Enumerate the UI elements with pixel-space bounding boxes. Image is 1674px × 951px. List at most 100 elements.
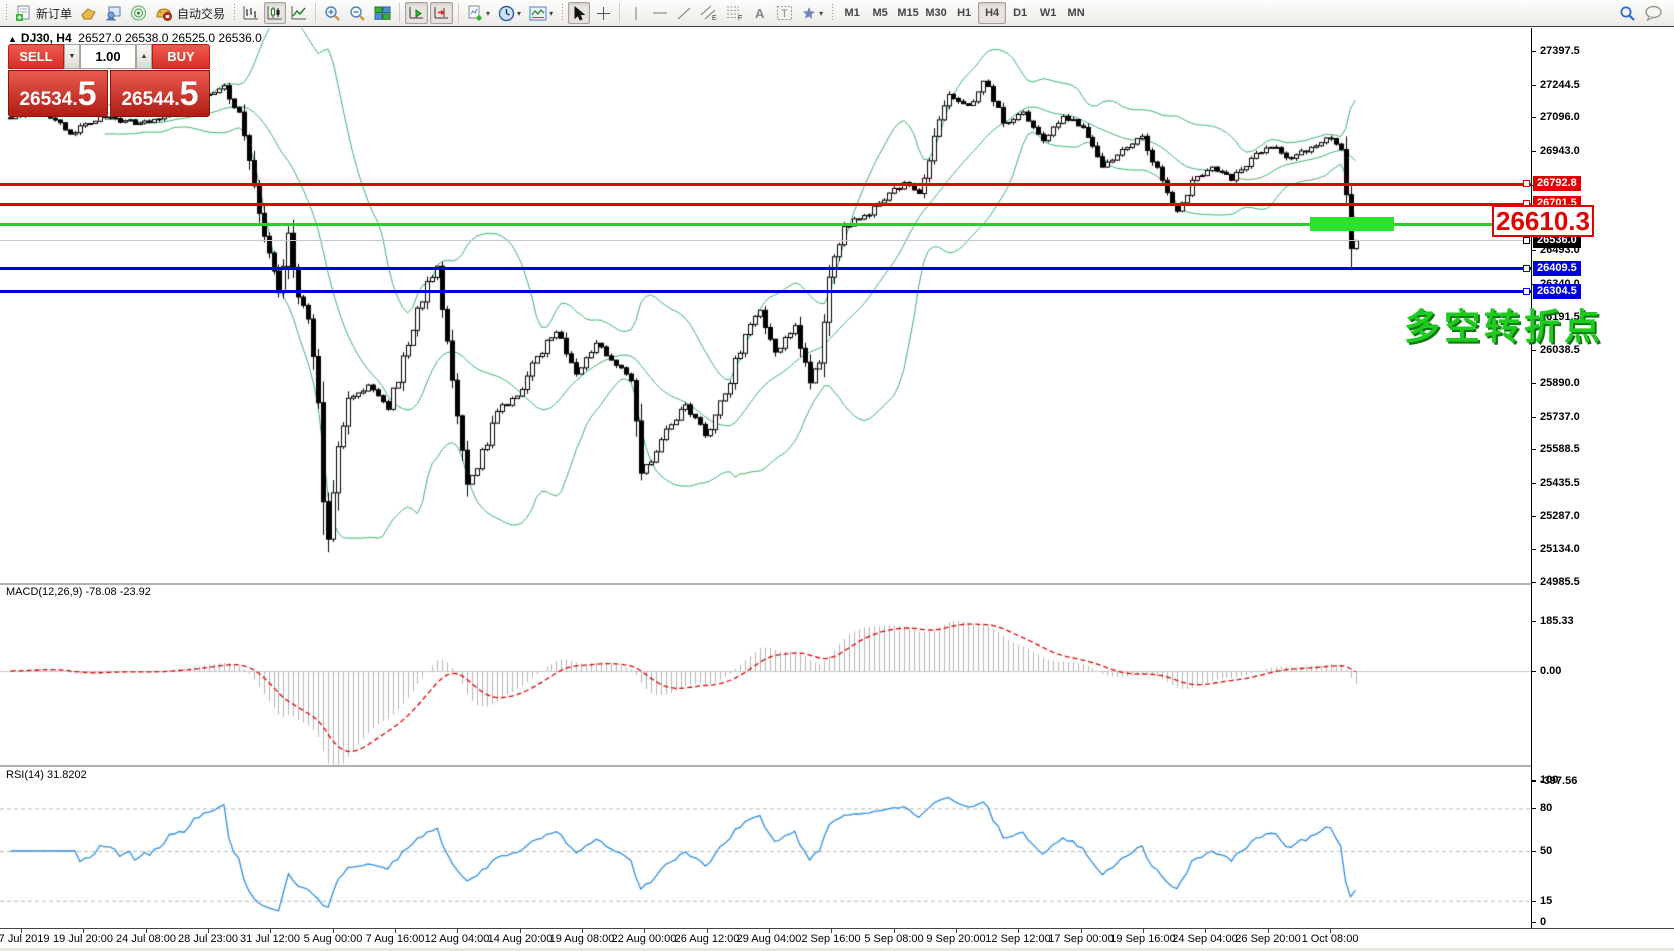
tile-windows-button[interactable] [371, 2, 394, 24]
toolbar-grip[interactable] [4, 4, 8, 22]
sell-button[interactable]: SELL [8, 44, 64, 69]
crosshair-tool-button[interactable] [592, 2, 614, 24]
pivot-line-26610.3[interactable] [0, 223, 1531, 226]
vertical-line-tool-button[interactable] [625, 2, 647, 24]
collapse-panel-icon[interactable]: ▲ [8, 34, 17, 44]
fibonacci-icon: F [726, 5, 744, 21]
fibonacci-tool-button[interactable]: F [723, 2, 747, 24]
price-tick-label: 27397.5 [1540, 45, 1580, 57]
profiles-icon [105, 5, 122, 21]
timeframe-m15-button[interactable]: M15 [894, 2, 922, 24]
toolbar-grip[interactable] [232, 4, 236, 22]
timeframe-group: M1M5M15M30H1H4D1W1MN [838, 2, 1090, 24]
price-axis[interactable]: 27397.527244.527096.026943.026790.026641… [1532, 28, 1674, 946]
tile-windows-icon [374, 5, 391, 21]
text-label-icon: T [776, 5, 793, 21]
cursor-tool-button[interactable] [568, 2, 590, 24]
chat-button[interactable] [1641, 2, 1666, 24]
horizontal-line-icon [652, 6, 668, 20]
current-price-line-26536[interactable] [0, 240, 1531, 241]
trendline-tool-button[interactable] [673, 2, 695, 24]
candlestick-chart-button[interactable] [264, 2, 286, 24]
price-tick-mark [1532, 250, 1536, 251]
sell-price-panel[interactable]: 26534.5 [8, 70, 108, 117]
resistance-line-26792.8[interactable] [0, 183, 1531, 186]
toolbar-grip[interactable] [560, 4, 564, 22]
horizontal-line-tool-button[interactable] [649, 2, 671, 24]
time-axis[interactable]: 17 Jul 201919 Jul 20:0024 Jul 08:0028 Ju… [0, 928, 1674, 949]
zoom-in-button[interactable] [321, 2, 344, 24]
time-label: 29 Aug 04:00 [737, 933, 802, 945]
timeframe-h1-button[interactable]: H1 [950, 2, 978, 24]
price-badge-26304.5: 26304.5 [1533, 284, 1581, 299]
autotrading-button[interactable]: 自动交易 [152, 2, 228, 24]
arrows-tool-button[interactable]: ▾ [798, 2, 826, 24]
resistance-line-26701.5[interactable] [0, 203, 1531, 206]
volume-input[interactable]: 1.00 [80, 44, 136, 69]
profiles-button[interactable] [102, 2, 125, 24]
autotrading-label: 自动交易 [177, 5, 225, 22]
timeframe-h4-button[interactable]: H4 [978, 2, 1006, 24]
search-button[interactable] [1616, 2, 1639, 24]
bar-chart-button[interactable] [240, 2, 262, 24]
volume-down-button[interactable]: ▼ [64, 44, 80, 69]
support-line-26409.5[interactable] [0, 267, 1531, 270]
arrows-dropdown-caret[interactable]: ▾ [819, 9, 823, 18]
zoom-in-icon [324, 5, 341, 22]
timeframe-m5-button[interactable]: M5 [866, 2, 894, 24]
text-label-tool-button[interactable]: T [773, 2, 796, 24]
chart-shift-button[interactable] [430, 2, 453, 24]
time-label: 26 Aug 12:00 [675, 933, 740, 945]
buy-price-panel[interactable]: 26544.5 [110, 70, 210, 117]
templates-button[interactable]: ▾ [526, 2, 556, 24]
level-anchor-square[interactable] [1523, 288, 1530, 295]
rsi-canvas[interactable] [0, 768, 1532, 926]
macd-canvas[interactable] [0, 586, 1532, 766]
chart-shift-icon [433, 5, 450, 21]
text-tool-button[interactable]: A [749, 2, 771, 24]
level-anchor-square[interactable] [1523, 180, 1530, 187]
price-tick-label: 25588.5 [1540, 443, 1580, 455]
volume-up-button[interactable]: ▲ [136, 44, 152, 69]
new-order-icon [15, 5, 32, 22]
turning-point-annotation[interactable]: 多空转折点 [1404, 298, 1604, 350]
periods-dropdown-caret[interactable]: ▾ [517, 9, 521, 18]
zoom-out-button[interactable] [346, 2, 369, 24]
new-order-button[interactable]: 新订单 [12, 2, 75, 24]
price-callout-box[interactable]: 26610.3 [1492, 205, 1594, 237]
svg-text:T: T [781, 8, 788, 20]
ohlc-values: 26527.0 26538.0 26525.0 26536.0 [78, 31, 262, 45]
support-line-26304.5[interactable] [0, 290, 1531, 293]
buy-price-pip: 5 [180, 79, 199, 109]
time-label: 19 Sep 16:00 [1110, 933, 1175, 945]
time-label: 26 Sep 20:00 [1235, 933, 1300, 945]
templates-dropdown-caret[interactable]: ▾ [549, 9, 553, 18]
pivot-highlight-rect[interactable] [1310, 217, 1394, 231]
level-anchor-square[interactable] [1523, 265, 1530, 272]
time-label: 5 Sep 08:00 [864, 933, 923, 945]
indicators-button[interactable]: ▾ [464, 2, 493, 24]
market-watch-button[interactable] [77, 2, 100, 24]
timeframe-w1-button[interactable]: W1 [1034, 2, 1062, 24]
time-label: 5 Aug 00:00 [304, 933, 363, 945]
data-window-button[interactable] [127, 2, 150, 24]
buy-button[interactable]: BUY [152, 44, 210, 69]
timeframe-m1-button[interactable]: M1 [838, 2, 866, 24]
rsi-axis-tick [1531, 808, 1536, 809]
timeframe-m30-button[interactable]: M30 [922, 2, 950, 24]
periods-button[interactable]: ▾ [495, 2, 524, 24]
time-label: 24 Jul 08:00 [116, 933, 176, 945]
channel-tool-button[interactable]: E [697, 2, 721, 24]
level-anchor-square[interactable] [1523, 237, 1530, 244]
timeframe-mn-button[interactable]: MN [1062, 2, 1090, 24]
line-chart-button[interactable] [288, 2, 310, 24]
price-tick-mark [1532, 549, 1536, 550]
crosshair-icon [596, 6, 611, 21]
rsi-axis-label: 80 [1540, 802, 1552, 814]
timeframe-d1-button[interactable]: D1 [1006, 2, 1034, 24]
toolbar-grip[interactable] [830, 4, 834, 22]
new-order-label: 新订单 [36, 5, 72, 22]
indicators-dropdown-caret[interactable]: ▾ [486, 9, 490, 18]
price-chart-canvas[interactable] [0, 28, 1532, 584]
auto-scroll-button[interactable] [405, 2, 428, 24]
